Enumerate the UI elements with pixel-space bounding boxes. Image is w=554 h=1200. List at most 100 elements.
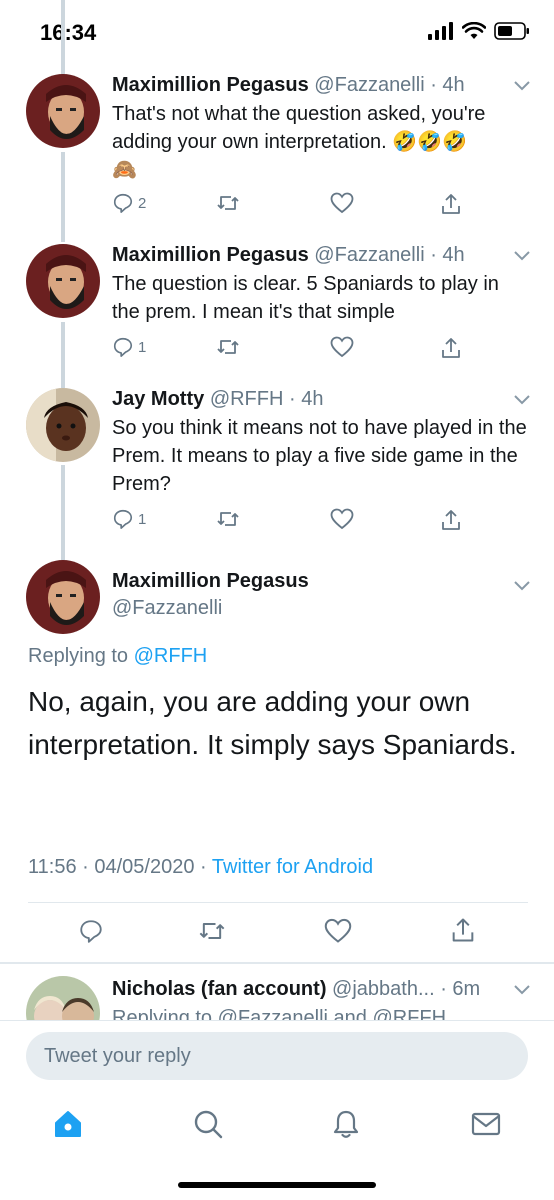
chevron-down-icon[interactable] bbox=[512, 982, 532, 996]
tweet-actions: 1 bbox=[112, 336, 532, 364]
retweet-button[interactable] bbox=[198, 918, 226, 944]
tab-search[interactable] bbox=[188, 1104, 228, 1144]
reply-icon bbox=[80, 920, 102, 943]
heart-icon bbox=[330, 508, 354, 530]
tab-notifications[interactable] bbox=[326, 1104, 366, 1144]
chevron-down-icon[interactable] bbox=[512, 392, 532, 406]
tweet-time: 11:56 bbox=[28, 856, 77, 878]
avatar[interactable] bbox=[26, 388, 100, 462]
tweet-time: 4h bbox=[442, 244, 465, 266]
reply-icon bbox=[113, 193, 133, 213]
status-icons bbox=[428, 22, 530, 40]
tweet-time: 4h bbox=[442, 74, 465, 96]
emoji: 🤣🤣🤣 bbox=[392, 131, 467, 153]
heart-icon bbox=[324, 918, 352, 943]
reply-icon bbox=[113, 509, 133, 529]
wifi-icon bbox=[462, 22, 486, 39]
reply-button[interactable]: 2 bbox=[112, 192, 146, 214]
main-tweet-actions bbox=[0, 914, 554, 950]
replying-to: Replying to @RFFH bbox=[28, 645, 208, 667]
chevron-down-icon[interactable] bbox=[512, 578, 532, 592]
reply-button[interactable]: 1 bbox=[112, 336, 146, 358]
child-avatar-icon bbox=[26, 388, 100, 462]
tweet[interactable]: Maximillion Pegasus @Fazzanelli · 4h Tha… bbox=[0, 72, 554, 232]
signal-icon bbox=[428, 22, 453, 40]
reply-icon bbox=[113, 337, 133, 357]
tweet-time: 4h bbox=[301, 388, 324, 410]
share-icon bbox=[442, 194, 460, 214]
bearded-man-avatar-icon bbox=[26, 74, 100, 148]
tweet-source-link[interactable]: Twitter for Android bbox=[212, 856, 373, 878]
reply-count: 2 bbox=[138, 194, 147, 212]
retweet-icon bbox=[217, 512, 239, 526]
tweet[interactable]: Jay Motty @RFFH · 4h So you think it mea… bbox=[0, 386, 554, 546]
retweet-button[interactable] bbox=[216, 192, 240, 214]
bearded-man-avatar-icon bbox=[26, 244, 100, 318]
tweet-header: Jay Motty @RFFH · 4h bbox=[112, 388, 324, 410]
bearded-man-avatar-icon bbox=[26, 560, 100, 634]
tweet-actions: 2 bbox=[112, 192, 532, 220]
reply-button[interactable]: 1 bbox=[112, 508, 146, 530]
share-icon bbox=[452, 918, 474, 942]
retweet-button[interactable] bbox=[216, 336, 240, 358]
retweet-button[interactable] bbox=[216, 508, 240, 530]
divider bbox=[0, 962, 554, 964]
share-button[interactable] bbox=[440, 508, 462, 532]
share-button[interactable] bbox=[450, 916, 476, 944]
replying-to-link[interactable]: @RFFH bbox=[134, 645, 208, 667]
chevron-down-icon[interactable] bbox=[512, 78, 532, 92]
tweet-text: The question is clear. 5 Spaniards to pl… bbox=[112, 273, 499, 323]
home-indicator[interactable] bbox=[178, 1182, 376, 1188]
mail-icon bbox=[471, 1112, 501, 1136]
share-icon bbox=[442, 510, 460, 530]
author-handle[interactable]: @jabbath... bbox=[332, 978, 435, 1000]
tweet-actions: 1 bbox=[112, 508, 532, 536]
tweet-text: That's not what the question asked, you'… bbox=[112, 103, 486, 181]
tweet-text: So you think it means not to have played… bbox=[112, 417, 527, 495]
share-button[interactable] bbox=[440, 192, 462, 216]
tweet-time: 6m bbox=[452, 978, 481, 1000]
retweet-icon bbox=[199, 923, 225, 939]
author-name[interactable]: Maximillion Pegasus bbox=[112, 74, 309, 96]
reply-count: 1 bbox=[138, 510, 147, 528]
thread-line bbox=[61, 0, 65, 78]
home-icon bbox=[55, 1111, 81, 1137]
author-name[interactable]: Jay Motty bbox=[112, 388, 204, 410]
tab-messages[interactable] bbox=[466, 1104, 506, 1144]
heart-icon bbox=[330, 336, 354, 358]
main-author-name[interactable]: Maximillion Pegasus bbox=[112, 570, 309, 593]
battery-icon bbox=[494, 22, 529, 40]
avatar[interactable] bbox=[26, 74, 100, 148]
status-bar: 16:34 bbox=[0, 0, 554, 62]
tweet[interactable]: Nicholas (fan account) @jabbath... · 6m … bbox=[0, 976, 554, 1020]
author-handle[interactable]: @RFFH bbox=[210, 388, 284, 410]
heart-icon bbox=[330, 192, 354, 214]
avatar[interactable] bbox=[26, 560, 100, 634]
avatar[interactable] bbox=[26, 976, 100, 1020]
tweet[interactable]: Maximillion Pegasus @Fazzanelli · 4h The… bbox=[0, 242, 554, 382]
divider bbox=[28, 902, 528, 903]
like-button[interactable] bbox=[330, 508, 354, 530]
reply-count: 1 bbox=[138, 338, 147, 356]
author-name[interactable]: Maximillion Pegasus bbox=[112, 244, 309, 266]
chevron-down-icon[interactable] bbox=[512, 248, 532, 262]
tweet-reply-input[interactable] bbox=[26, 1032, 528, 1080]
author-name[interactable]: Nicholas (fan account) bbox=[112, 978, 326, 1000]
like-button[interactable] bbox=[330, 336, 354, 358]
reply-button[interactable] bbox=[78, 918, 104, 944]
avatar[interactable] bbox=[26, 244, 100, 318]
author-handle[interactable]: @Fazzanelli bbox=[314, 244, 424, 266]
like-button[interactable] bbox=[330, 192, 354, 214]
author-handle[interactable]: @Fazzanelli bbox=[314, 74, 424, 96]
tab-home[interactable] bbox=[48, 1104, 88, 1144]
tweet-header: Maximillion Pegasus @Fazzanelli · 4h bbox=[112, 244, 465, 266]
like-button[interactable] bbox=[324, 918, 352, 944]
tweet-header: Maximillion Pegasus @Fazzanelli · 4h bbox=[112, 74, 465, 96]
status-time: 16:34 bbox=[40, 20, 97, 45]
search-icon bbox=[194, 1110, 223, 1139]
retweet-icon bbox=[217, 196, 239, 210]
share-button[interactable] bbox=[440, 336, 462, 360]
share-icon bbox=[442, 338, 460, 358]
emoji: 🙈 bbox=[112, 159, 137, 181]
main-author-handle[interactable]: @Fazzanelli bbox=[112, 597, 222, 620]
